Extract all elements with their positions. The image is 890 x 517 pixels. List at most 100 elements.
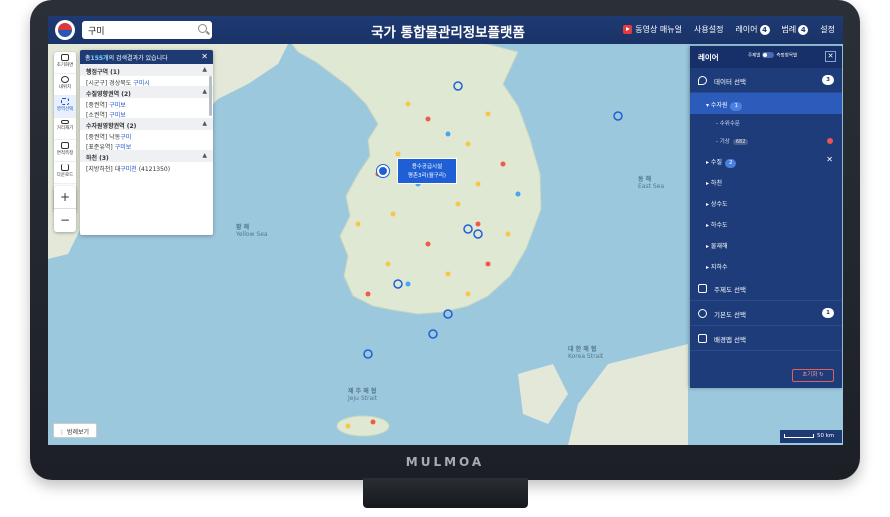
layer-water-disaster[interactable]: ▸ 물재해: [690, 234, 842, 255]
tool-measure-distance[interactable]: 거리재기: [54, 118, 76, 140]
app-screen: 구미 국가 통합물관리정보플랫폼 동영상 매뉴얼 사용설정 레이어 4 범례 4 설…: [48, 16, 843, 445]
jeju-island: [336, 415, 390, 437]
chevron-up-icon[interactable]: ▲: [202, 66, 207, 73]
result-item[interactable]: [중권역] 구미보: [80, 98, 213, 109]
tool-measure-area[interactable]: 면적측정: [54, 140, 76, 162]
callout-line2: 평촌3리(월구리): [407, 173, 447, 179]
kyushu: [518, 364, 568, 424]
layers-link-label: 레이어: [735, 25, 758, 34]
toggle-switch[interactable]: [762, 52, 775, 58]
monitor-stand: [363, 478, 528, 508]
layer-groundwater[interactable]: ▸ 지하수: [690, 255, 842, 276]
remove-water-quality-icon[interactable]: ✕: [826, 155, 833, 164]
layer-water-level[interactable]: - 수위수문: [690, 114, 842, 132]
jeju-strait-label: 제 주 해 협 Jeju Strait: [348, 388, 378, 402]
layer-panel-header: 레이어 주제별 측정항목별 ✕: [690, 46, 842, 68]
layer-mode-toggle[interactable]: 주제별 측정항목별: [748, 52, 797, 59]
results-header: 총155개의 검색결과가 있습니다 ✕: [80, 50, 213, 64]
video-manual-label: 동영상 매뉴얼: [635, 25, 682, 34]
result-item[interactable]: [표준유역] 구미보: [80, 140, 213, 151]
droplet-icon: [698, 76, 707, 85]
layer-sewage[interactable]: ▸ 하수도: [690, 213, 842, 234]
zoom-control: + −: [54, 186, 76, 232]
theme-select-row[interactable]: 주제도 선택: [690, 276, 842, 301]
callout-line1: 용수공급시설: [411, 164, 443, 170]
theme-map-icon: [698, 284, 707, 293]
result-section-header[interactable]: 행정구역 (1) ▲: [80, 64, 213, 76]
data-select-row[interactable]: 데이터 선택 3: [690, 68, 842, 93]
menu-dots-icon: ⋮: [59, 429, 67, 436]
layer-panel-close-icon[interactable]: ✕: [825, 51, 836, 62]
weather-count: 682: [732, 139, 749, 145]
water-resources-count: 1: [730, 102, 742, 111]
chevron-up-icon[interactable]: ▲: [202, 88, 207, 95]
legend-toggle-button[interactable]: ⋮ 범례보기: [53, 423, 97, 438]
background-select-row[interactable]: 배경맵 선택: [690, 326, 842, 351]
result-item[interactable]: [소권역] 구미보: [80, 108, 213, 119]
base-count-badge: 1: [822, 308, 834, 318]
monitor-mockup: MULMOA 구미 국가 통합물관리정보플랫폼 동영상 매뉴얼 사용설정 레이어…: [0, 0, 890, 517]
legend-count-badge: 4: [798, 25, 809, 35]
chevron-up-icon[interactable]: ▲: [202, 120, 207, 127]
result-item[interactable]: [지방하천] 대구미천 (4121350): [80, 162, 213, 173]
home-icon: [61, 54, 69, 61]
taegeuk-logo-icon[interactable]: [55, 20, 75, 40]
area-icon: [61, 142, 69, 149]
search-value: 구미: [88, 27, 105, 37]
results-scrollbar[interactable]: [209, 76, 212, 116]
close-icon[interactable]: ✕: [201, 52, 208, 61]
scale-line: [784, 433, 814, 438]
results-list: 행정구역 (1) ▲ [시군구] 경상북도 구미시 수질영향권역 (2) ▲ [중권역] …: [80, 64, 213, 173]
zoom-in-button[interactable]: +: [54, 186, 76, 209]
video-manual-link[interactable]: 동영상 매뉴얼: [623, 24, 682, 35]
reset-button[interactable]: 초기화 ↻: [792, 369, 834, 382]
location-callout[interactable]: 용수공급시설 평촌3리(월구리): [397, 158, 457, 184]
download-icon: [61, 164, 69, 171]
layer-weather[interactable]: - 기상 682: [690, 132, 842, 150]
layers-link[interactable]: 레이어 4: [735, 24, 770, 35]
tool-area-select[interactable]: 영역선택: [54, 96, 76, 118]
background-map-icon: [698, 334, 707, 343]
water-quality-count: 2: [724, 159, 737, 168]
data-count-badge: 3: [822, 75, 834, 85]
legend-link-label: 범례: [781, 25, 797, 34]
search-icon[interactable]: [198, 24, 207, 33]
result-section-header[interactable]: 수자원영향권역 (2) ▲: [80, 118, 213, 130]
user-settings-link[interactable]: 사용설정: [694, 24, 723, 35]
zoom-out-button[interactable]: −: [54, 209, 76, 231]
result-item[interactable]: [중권역] 낙동구미: [80, 130, 213, 141]
legend-link[interactable]: 범례 4: [782, 24, 809, 35]
layer-water-quality[interactable]: ▸ 수질 2 ✕: [690, 150, 842, 171]
tool-home[interactable]: 초기화면: [54, 52, 76, 74]
location-icon: [61, 76, 69, 83]
base-select-row[interactable]: 기본도 선택 1: [690, 301, 842, 326]
remove-weather-icon[interactable]: [827, 138, 833, 144]
scale-bar: 50 km: [780, 430, 842, 443]
results-count: 155개: [90, 55, 109, 62]
result-section-header[interactable]: 수질영향권역 (2) ▲: [80, 86, 213, 98]
search-results-panel: 총155개의 검색결과가 있습니다 ✕ 행정구역 (1) ▲ [시군구] 경상북도 …: [80, 50, 213, 235]
brand-label: MULMOA: [405, 455, 485, 469]
result-section-header[interactable]: 하천 (3) ▲: [80, 150, 213, 162]
east-sea-label: 동 해 East Sea: [638, 176, 665, 190]
selected-location-pin[interactable]: [377, 165, 389, 177]
layer-panel: 레이어 주제별 측정항목별 ✕ 데이터 선택 3 ▾ 수자원 1 - 수위수문 - 기…: [690, 46, 842, 388]
area-select-icon: [61, 98, 69, 105]
top-bar: 구미 국가 통합물관리정보플랫폼 동영상 매뉴얼 사용설정 레이어 4 범례 4 설…: [48, 16, 843, 44]
search-input[interactable]: 구미: [82, 21, 212, 39]
tool-my-location[interactable]: 내위치: [54, 74, 76, 96]
result-item[interactable]: [시군구] 경상북도 구미시: [80, 76, 213, 87]
chevron-up-icon[interactable]: ▲: [202, 152, 207, 159]
tool-download[interactable]: 다운로드: [54, 162, 76, 184]
layer-water-resources[interactable]: ▾ 수자원 1: [690, 93, 842, 114]
top-nav: 동영상 매뉴얼 사용설정 레이어 4 범례 4 설정: [623, 24, 835, 35]
page-title: 국가 통합물관리정보플랫폼: [371, 25, 525, 41]
ruler-icon: [61, 120, 69, 124]
play-icon: [623, 25, 633, 34]
yellow-sea-label: 황 해 Yellow Sea: [236, 224, 268, 238]
layer-river[interactable]: ▸ 하천: [690, 171, 842, 192]
layer-water-supply[interactable]: ▸ 상수도: [690, 192, 842, 213]
settings-link[interactable]: 설정: [820, 24, 835, 35]
layers-count-badge: 4: [759, 25, 770, 35]
korea-strait-label: 대 한 해 협 Korea Strait: [568, 346, 604, 360]
